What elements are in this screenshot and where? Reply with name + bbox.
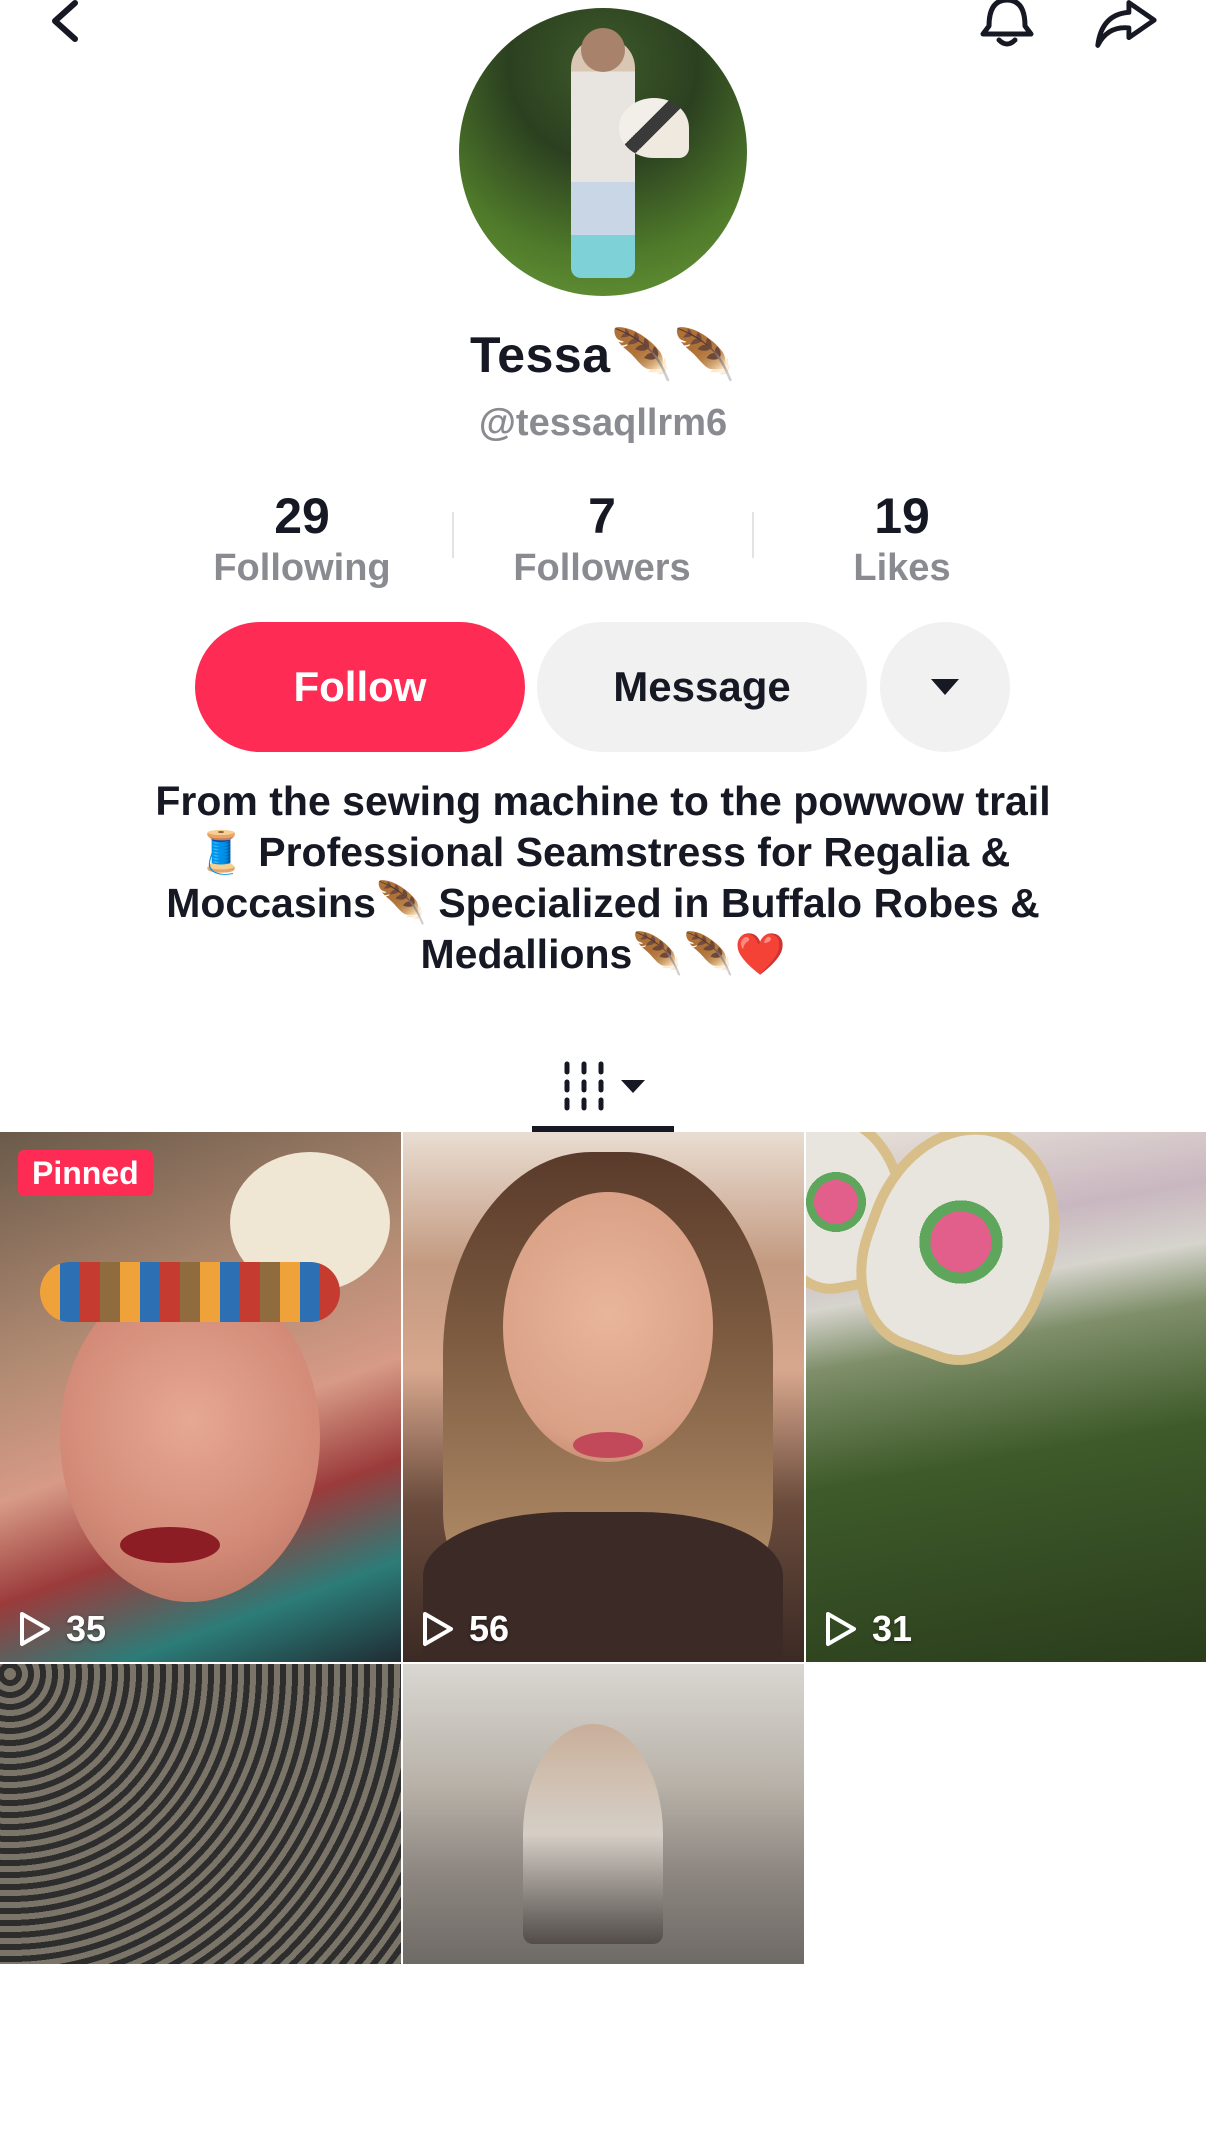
play-count: 31	[822, 1608, 912, 1650]
bio-line: Moccasins🪶 Specialized in Buffalo Robes …	[166, 880, 1040, 926]
stat-likes[interactable]: 19 Likes	[772, 488, 1032, 592]
thumbnail-art	[523, 1724, 663, 1944]
stat-likes-value: 19	[874, 488, 930, 544]
stat-divider	[452, 512, 454, 558]
play-count-value: 56	[469, 1608, 510, 1649]
thumbnail-art	[40, 1262, 340, 1322]
video-thumbnail[interactable]: Pinned 35	[0, 1132, 401, 1662]
stat-followers-value: 7	[588, 488, 616, 544]
bio-line: Medallions🪶🪶❤️	[420, 931, 786, 977]
avatar-photo-figure	[571, 28, 635, 278]
play-count: 35	[16, 1608, 106, 1650]
bell-icon	[980, 0, 1034, 47]
follow-button[interactable]: Follow	[195, 622, 525, 752]
play-icon	[423, 1612, 453, 1646]
profile-page: Tessa🪶🪶 @tessaqllrm6 29 Following 7 Foll…	[0, 0, 1206, 2144]
thumbnail-art	[573, 1432, 643, 1458]
share-arrow-icon	[1095, 0, 1157, 48]
thumbnail-art	[120, 1527, 220, 1563]
chevron-left-icon	[52, 0, 78, 42]
play-count-value: 31	[872, 1608, 913, 1649]
stat-following[interactable]: 29 Following	[172, 488, 432, 592]
message-button[interactable]: Message	[537, 622, 867, 752]
profile-stats: 29 Following 7 Followers 19 Likes	[0, 488, 1206, 589]
video-thumbnail[interactable]: 31	[806, 1132, 1206, 1662]
play-icon	[20, 1612, 50, 1646]
profile-name: Tessa🪶🪶	[469, 327, 737, 383]
stat-followers-label: Followers	[513, 547, 691, 589]
play-count-value: 35	[66, 1608, 107, 1649]
back-button[interactable]	[30, 0, 100, 54]
stat-divider	[752, 512, 754, 558]
profile-bio: From the sewing machine to the powwow tr…	[100, 776, 1106, 980]
notification-button[interactable]	[972, 0, 1042, 54]
bio-line: 🧵 Professional Seamstress for Regalia &	[195, 829, 1011, 875]
thumbnail-art	[503, 1192, 713, 1462]
tab-videos[interactable]	[532, 1040, 674, 1132]
play-count: 56	[419, 1608, 509, 1650]
play-icon	[826, 1612, 856, 1646]
video-thumbnail[interactable]	[0, 1664, 401, 1964]
profile-handle: @tessaqllrm6	[478, 402, 728, 444]
caret-down-icon	[931, 679, 959, 695]
stat-likes-label: Likes	[853, 547, 951, 589]
more-options-button[interactable]	[880, 622, 1010, 752]
grid-bars-icon	[564, 1061, 604, 1111]
pinned-badge: Pinned	[18, 1150, 153, 1196]
share-button[interactable]	[1090, 0, 1160, 54]
caret-down-icon	[621, 1079, 645, 1093]
stat-followers[interactable]: 7 Followers	[472, 488, 732, 592]
avatar[interactable]	[459, 8, 747, 296]
profile-name-row: Tessa🪶🪶	[0, 326, 1206, 385]
bio-line: From the sewing machine to the powwow tr…	[155, 778, 1051, 824]
video-thumbnail[interactable]	[403, 1664, 804, 1964]
video-thumbnail[interactable]: 56	[403, 1132, 804, 1662]
avatar-photo-fan	[619, 98, 689, 158]
stat-following-value: 29	[274, 488, 330, 544]
stat-following-label: Following	[213, 547, 391, 589]
